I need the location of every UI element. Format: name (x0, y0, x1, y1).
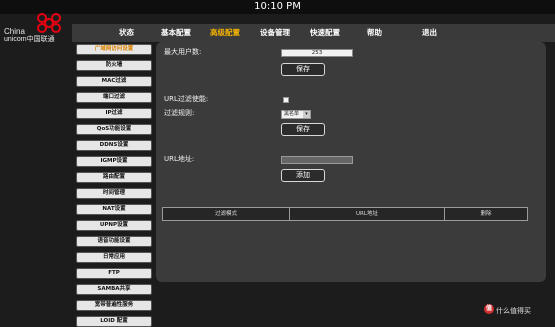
filter-rule-select[interactable]: 黑名单 ▾ (281, 110, 311, 119)
main-nav: 状态 基本配置 高级配置 设备管理 快速配置 帮助 退出 (72, 24, 555, 42)
watermark-text: 什么值得买 (496, 307, 531, 315)
url-address-input[interactable] (281, 156, 353, 164)
sidebar-item-igmp[interactable]: IGMP设置 (76, 156, 152, 167)
table-header-delete: 删除 (480, 211, 492, 217)
sidebar-item-firewall[interactable]: 防火墙 (76, 60, 152, 71)
filter-rule-value: 黑名单 (284, 111, 300, 117)
table-header-url: URL地址 (356, 211, 378, 217)
save-button-max-users[interactable]: 保存 (281, 63, 325, 76)
url-filter-enable-label: URL过滤使能: (164, 95, 209, 103)
sidebar-item-mac-filter[interactable]: MAC过滤 (76, 76, 152, 87)
filter-rule-label: 过滤规则: (164, 109, 195, 117)
logo-text-china: China (4, 27, 25, 36)
sidebar-item-nat[interactable]: NAT设置 (76, 204, 152, 215)
table-header-filter-mode: 过滤模式 (214, 211, 237, 217)
watermark-icon: 值 (484, 304, 494, 314)
chevron-down-icon: ▾ (303, 111, 310, 118)
nav-status[interactable]: 状态 (119, 24, 134, 42)
sidebar-item-time[interactable]: 时间管理 (76, 188, 152, 199)
add-button[interactable]: 添加 (281, 169, 325, 182)
sidebar-item-upnp[interactable]: UPNP设置 (76, 220, 152, 231)
max-users-label: 最大用户数: (164, 48, 202, 56)
sidebar-item-broadband[interactable]: 宽带普遍性服务 (76, 300, 152, 311)
clock: 10:10 PM (254, 1, 301, 12)
save-button-url-filter[interactable]: 保存 (281, 123, 325, 136)
unicom-knot-icon (37, 13, 61, 33)
url-filter-table: 过滤模式 URL地址 删除 (162, 207, 528, 221)
sidebar-item-ip-filter[interactable]: IP过滤 (76, 108, 152, 119)
sidebar-item-ftp[interactable]: FTP (76, 268, 152, 279)
nav-logout[interactable]: 退出 (422, 24, 437, 42)
sidebar-item-daily-apps[interactable]: 日常应用 (76, 252, 152, 263)
sidebar-item-voice[interactable]: 语音功能设置 (76, 236, 152, 247)
url-filter-enable-checkbox[interactable] (283, 97, 289, 103)
nav-device-management[interactable]: 设备管理 (260, 24, 290, 42)
sidebar-item-port-filter[interactable]: 端口过滤 (76, 92, 152, 103)
sidebar-item-ddns[interactable]: DDNS设置 (76, 140, 152, 151)
max-users-input[interactable]: 253 (281, 49, 353, 57)
logo-text-unicom: unicom中国联通 (4, 36, 55, 43)
sidebar-item-wan-access[interactable]: 广域网访问设置 (76, 44, 152, 55)
sidebar-item-qos[interactable]: QoS功能设置 (76, 124, 152, 135)
nav-quick-config[interactable]: 快速配置 (310, 24, 340, 42)
sidebar-item-loid[interactable]: LOID 配置 (76, 316, 152, 327)
sidebar-item-routing[interactable]: 路由配置 (76, 172, 152, 183)
logo: China unicom中国联通 (4, 10, 70, 44)
nav-basic-config[interactable]: 基本配置 (161, 24, 191, 42)
nav-help[interactable]: 帮助 (367, 24, 382, 42)
url-address-label: URL地址: (164, 155, 195, 163)
sidebar-item-samba[interactable]: SAMBA共享 (76, 284, 152, 295)
nav-advanced-config[interactable]: 高级配置 (210, 24, 240, 42)
